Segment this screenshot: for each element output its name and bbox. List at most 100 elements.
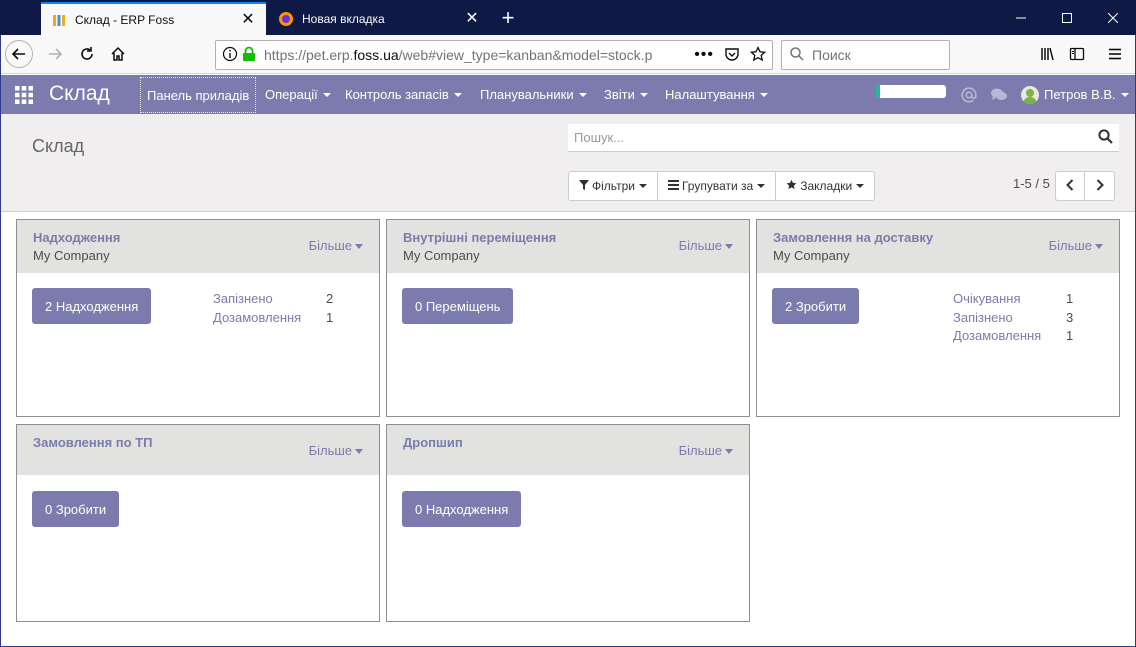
close-tab-icon[interactable]: ✕ <box>464 10 480 27</box>
caret-down-icon <box>578 92 587 97</box>
reload-icon[interactable] <box>73 40 101 68</box>
card-title[interactable]: Дропшип <box>403 435 463 450</box>
card-title[interactable]: Внутрішні переміщення <box>403 230 556 245</box>
group-by-button[interactable]: Групувати за <box>658 172 777 200</box>
apps-grid-icon[interactable] <box>15 86 33 104</box>
stat-label[interactable]: Дозамовлення <box>953 327 1066 346</box>
menu-schedulers[interactable]: Планувальники <box>480 75 587 114</box>
minimize-icon[interactable] <box>998 0 1044 35</box>
pager-next-button[interactable] <box>1085 172 1114 200</box>
stat-label[interactable]: Запізнено <box>213 290 326 309</box>
browser-tabstrip: Склад - ERP Foss ✕ Новая вкладка ✕ + <box>0 0 1136 35</box>
menu-operations-label: Операції <box>265 87 318 102</box>
lock-icon[interactable] <box>242 46 256 65</box>
card-title[interactable]: Замовлення на доставку <box>773 230 933 245</box>
group-by-label: Групувати за <box>681 179 754 193</box>
menu-dashboard-label: Панель приладів <box>147 87 250 103</box>
more-dropdown[interactable]: Більше <box>1049 238 1103 253</box>
card-action-button[interactable]: 0 Переміщень <box>402 288 514 324</box>
more-dropdown[interactable]: Більше <box>679 443 733 458</box>
planner-progress-bar[interactable] <box>876 85 946 98</box>
card-title[interactable]: Надходження <box>33 230 120 245</box>
sidebar-icon[interactable] <box>1063 40 1091 68</box>
new-tab-icon[interactable]: + <box>494 4 522 32</box>
forward-icon[interactable] <box>41 40 69 68</box>
search-icon[interactable] <box>1098 128 1113 147</box>
hamburger-icon[interactable] <box>1101 40 1129 68</box>
browser-search-input[interactable]: Поиск <box>781 40 950 70</box>
kanban-card-delivery: Замовлення на доставку My Company Більше… <box>756 219 1120 417</box>
maximize-icon[interactable] <box>1044 0 1090 35</box>
stat-label[interactable]: Очікування <box>953 290 1066 309</box>
stat-row: Дозамовлення 1 <box>213 309 333 328</box>
close-icon[interactable] <box>1090 0 1136 35</box>
kanban-card-internal: Внутрішні переміщення My Company Більше … <box>386 219 750 417</box>
home-icon[interactable] <box>104 40 132 68</box>
stat-label[interactable]: Запізнено <box>953 309 1066 328</box>
card-header: Замовлення на доставку My Company Більше <box>757 220 1119 273</box>
caret-down-icon <box>725 449 733 455</box>
menu-settings[interactable]: Налаштування <box>665 75 768 114</box>
browser-search-placeholder: Поиск <box>812 47 851 63</box>
app-menu-bar: Склад Панель приладів Операції Контроль … <box>1 75 1135 114</box>
caret-down-icon <box>1116 92 1129 97</box>
filter-icon <box>579 179 589 193</box>
stat-value: 1 <box>1066 328 1074 343</box>
card-title[interactable]: Замовлення по ТП <box>33 435 153 450</box>
kanban-card-pos-orders: Замовлення по ТП Більше 0 Зробити <box>16 424 380 622</box>
pager-previous-button[interactable] <box>1056 172 1085 200</box>
card-company: My Company <box>773 248 850 263</box>
card-action-button[interactable]: 2 Надходження <box>32 288 152 324</box>
odoo-favicon-icon <box>51 12 67 28</box>
chat-icon[interactable] <box>990 75 1008 114</box>
pocket-icon[interactable] <box>724 46 740 65</box>
menu-operations[interactable]: Операції <box>265 75 331 114</box>
card-company: My Company <box>33 248 110 263</box>
control-panel: Склад Пошук... Фільтри Групувати за Закл… <box>1 114 1135 212</box>
close-tab-icon[interactable]: ✕ <box>240 11 256 28</box>
caret-down-icon <box>453 92 462 97</box>
tab-active[interactable]: Склад - ERP Foss ✕ <box>41 2 266 35</box>
user-menu[interactable]: Петров В.В. <box>1021 75 1129 114</box>
menu-dashboard[interactable]: Панель приладів <box>140 77 257 113</box>
menu-reports[interactable]: Звіти <box>604 75 648 114</box>
card-header: Надходження My Company Більше <box>17 220 379 273</box>
avatar <box>1021 85 1039 104</box>
stat-label[interactable]: Дозамовлення <box>213 309 326 328</box>
more-label: Більше <box>1048 238 1092 253</box>
filters-label: Фільтри <box>592 179 635 193</box>
more-icon[interactable]: ••• <box>694 46 714 64</box>
tab-inactive-title: Новая вкладка <box>302 11 385 26</box>
search-placeholder: Пошук... <box>574 130 625 145</box>
star-icon[interactable] <box>749 45 767 65</box>
filters-button[interactable]: Фільтри <box>569 172 658 200</box>
card-header: Внутрішні переміщення My Company Більше <box>387 220 749 273</box>
more-dropdown[interactable]: Більше <box>679 238 733 253</box>
url-text: https://pet.erp.foss.ua/web#view_type=ka… <box>264 47 653 63</box>
more-dropdown[interactable]: Більше <box>309 238 363 253</box>
app-brand[interactable]: Склад <box>49 80 110 108</box>
back-icon[interactable] <box>5 40 33 68</box>
library-icon[interactable] <box>1033 40 1061 68</box>
tab-inactive[interactable]: Новая вкладка ✕ <box>268 2 490 35</box>
mention-icon[interactable] <box>961 75 977 114</box>
more-label: Більше <box>308 443 352 458</box>
card-action-button[interactable]: 2 Зробити <box>772 288 860 324</box>
card-action-button[interactable]: 0 Надходження <box>402 491 522 527</box>
search-input[interactable]: Пошук... <box>568 124 1119 152</box>
card-action-button[interactable]: 0 Зробити <box>32 491 120 527</box>
more-dropdown[interactable]: Більше <box>309 443 363 458</box>
stat-row: Запізнено 2 <box>213 290 333 309</box>
stat-value: 1 <box>1066 291 1074 306</box>
star-icon <box>786 179 797 193</box>
kanban-card-receipts: Надходження My Company Більше 2 Надходже… <box>16 219 380 417</box>
favorites-button[interactable]: Закладки <box>776 172 874 200</box>
chevron-right-icon <box>1096 178 1104 194</box>
menu-inventory-control-label: Контроль запасів <box>345 87 449 102</box>
menu-inventory-control[interactable]: Контроль запасів <box>345 75 462 114</box>
search-icon <box>790 46 804 64</box>
url-bar[interactable]: https://pet.erp.foss.ua/web#view_type=ka… <box>215 40 773 70</box>
menu-schedulers-label: Планувальники <box>480 87 574 102</box>
browser-navbar: https://pet.erp.foss.ua/web#view_type=ka… <box>1 35 1135 74</box>
info-icon[interactable] <box>222 46 238 65</box>
